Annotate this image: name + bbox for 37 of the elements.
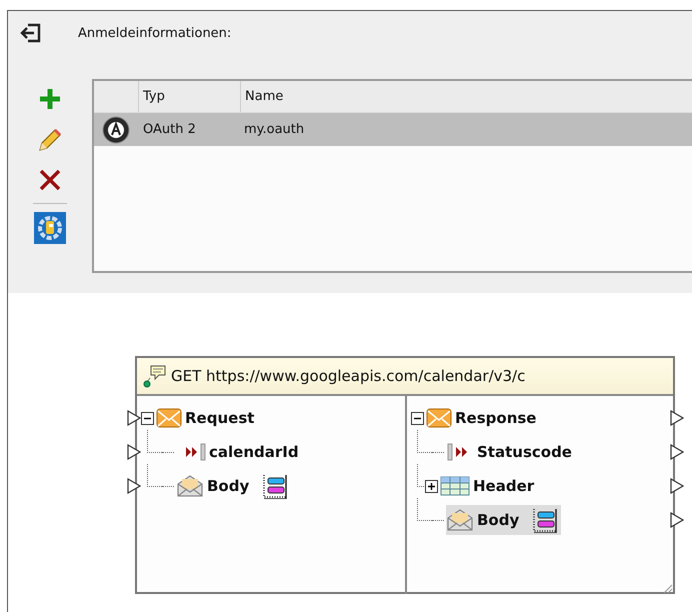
tree-node[interactable]: Header [473, 477, 534, 495]
tree-node[interactable]: Response [455, 409, 536, 427]
port-icon[interactable] [127, 444, 141, 460]
tree-node[interactable]: Statuscode [477, 443, 572, 461]
port-icon[interactable] [670, 478, 684, 494]
column-header[interactable]: Typ [138, 81, 240, 112]
credential-row[interactable]: OAuth 2 my.oauth [94, 113, 692, 146]
envelope-icon [426, 407, 452, 429]
envelope-icon [156, 407, 182, 429]
collapse-icon[interactable] [141, 412, 154, 424]
envelope-icon [176, 474, 204, 498]
collapse-icon[interactable] [411, 412, 424, 424]
delete-icon[interactable] [38, 168, 62, 192]
section-label: Anmeldeinformationen: [78, 26, 232, 40]
table-cell-text: OAuth 2 [142, 122, 197, 137]
component-title: GET https://www.googleapis.com/calendar/v3/c [171, 367, 526, 385]
add-icon[interactable] [37, 86, 63, 112]
structure-icon[interactable] [261, 473, 288, 499]
comment-icon [143, 364, 167, 388]
port-icon[interactable] [127, 478, 141, 494]
structure-icon[interactable] [531, 507, 558, 533]
expand-icon[interactable] [425, 480, 438, 492]
exit-icon[interactable] [20, 23, 42, 43]
table-cell-text: my.oauth [243, 122, 306, 137]
pencil-icon[interactable] [36, 126, 64, 154]
port-icon[interactable] [670, 512, 684, 528]
gear-icon[interactable] [34, 212, 66, 244]
resize-grip-icon[interactable] [661, 582, 673, 594]
port-icon[interactable] [670, 410, 684, 426]
column-header[interactable]: Name [240, 81, 692, 112]
port-icon[interactable] [670, 444, 684, 460]
tree-node[interactable]: Request [185, 409, 254, 427]
tree-node[interactable]: Body [207, 477, 250, 495]
user-icon [102, 116, 130, 144]
table-icon [440, 476, 470, 496]
port-icon[interactable] [127, 410, 141, 426]
tree-node[interactable]: calendarId [209, 443, 299, 461]
